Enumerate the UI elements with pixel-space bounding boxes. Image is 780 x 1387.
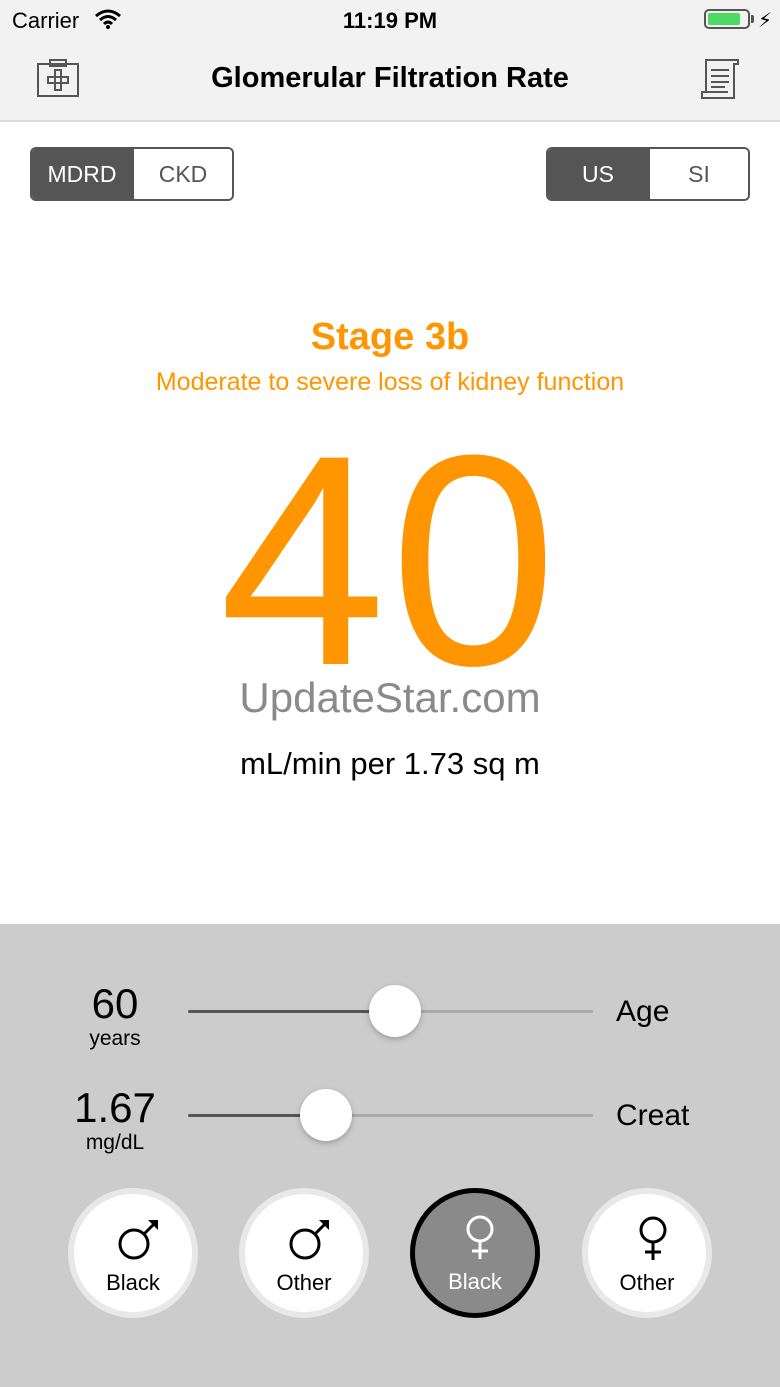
- female-black-label: Black: [448, 1269, 502, 1294]
- male-icon: [118, 1220, 158, 1260]
- formula-segmented-control: MDRD CKD: [30, 147, 234, 201]
- creat-unit: mg/dL: [85, 1131, 145, 1154]
- gfr-unit: mL/min per 1.73 sq m: [240, 746, 540, 781]
- creat-label: Creat: [616, 1099, 690, 1132]
- female-icon: [639, 1216, 667, 1260]
- report-icon[interactable]: [698, 56, 744, 102]
- age-slider-thumb[interactable]: [368, 985, 421, 1037]
- battery-icon: [704, 9, 750, 29]
- status-bar: Carrier 11:19 PM ⚡: [0, 0, 780, 40]
- status-time: 11:19 PM: [342, 8, 438, 33]
- page-title: Glomerular Filtration Rate: [211, 62, 569, 94]
- male-icon: [289, 1220, 329, 1260]
- female-other-label: Other: [619, 1270, 675, 1295]
- female-other-button[interactable]: Other: [582, 1188, 712, 1318]
- male-black-button[interactable]: Black: [68, 1188, 198, 1318]
- age-value: 60: [91, 980, 139, 1027]
- creat-slider-track[interactable]: [188, 1114, 593, 1117]
- segment-us[interactable]: US: [548, 149, 648, 199]
- male-other-label: Other: [276, 1270, 332, 1295]
- creat-value: 1.67: [74, 1084, 156, 1131]
- watermark: UpdateStar.com: [239, 674, 541, 721]
- age-label: Age: [616, 995, 670, 1028]
- segment-mdrd[interactable]: MDRD: [32, 149, 132, 199]
- female-icon: [466, 1215, 494, 1259]
- battery-tip: [751, 15, 754, 23]
- creat-slider-thumb[interactable]: [299, 1089, 352, 1141]
- male-black-label: Black: [106, 1270, 160, 1295]
- stage-title: Stage 3b: [310, 316, 470, 358]
- male-other-button[interactable]: Other: [239, 1188, 369, 1318]
- segment-si[interactable]: SI: [648, 149, 748, 199]
- female-black-button[interactable]: Black: [410, 1188, 540, 1318]
- battery-level: [708, 13, 741, 25]
- age-slider-fill: [188, 1010, 395, 1013]
- age-unit: years: [89, 1027, 141, 1050]
- navigation-bar: Glomerular Filtration Rate: [0, 40, 780, 122]
- charging-icon: ⚡: [758, 10, 773, 32]
- segment-ckd[interactable]: CKD: [132, 149, 232, 199]
- units-segmented-control: US SI: [546, 147, 750, 201]
